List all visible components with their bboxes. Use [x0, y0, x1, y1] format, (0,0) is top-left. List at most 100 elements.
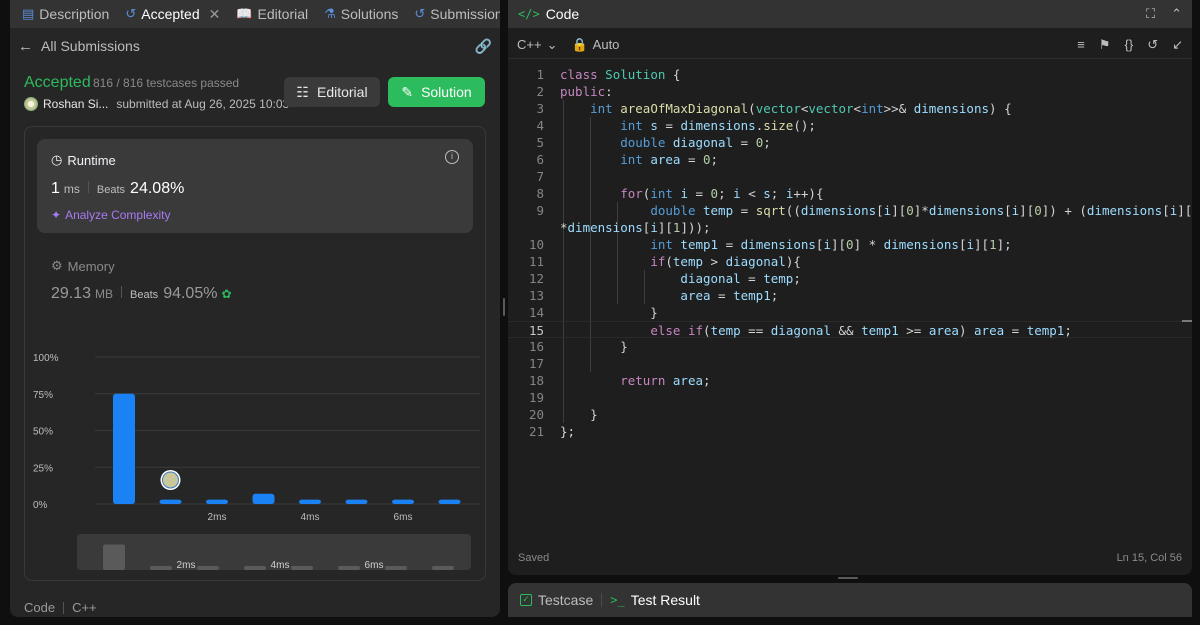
chart-bar — [392, 499, 414, 504]
info-icon[interactable]: i — [445, 150, 459, 164]
analyze-complexity-link[interactable]: ✦ Analyze Complexity — [51, 208, 170, 222]
user-name[interactable]: Roshan Si... — [43, 97, 108, 111]
code-panel: </> Code ⛶ ⌃ C++ ⌄ 🔒 Auto ≡ ⚑ {} ↺ ↙ 1 cl… — [508, 0, 1192, 575]
chart-bar — [206, 499, 228, 504]
y-tick-label: 100% — [33, 353, 59, 364]
chevron-up-icon[interactable]: ⌃ — [1171, 6, 1182, 22]
memory-beats: 94.05% — [163, 285, 218, 302]
code-language: C++ — [72, 600, 97, 615]
terminal-icon: >_ — [610, 593, 625, 607]
chart-bar — [438, 499, 461, 504]
editor-toolbar: C++ ⌄ 🔒 Auto ≡ ⚑ {} ↺ ↙ — [508, 31, 1192, 59]
chart-bar — [345, 499, 368, 504]
tab-description[interactable]: ▤ Description — [22, 6, 109, 22]
tab-accepted[interactable]: ↺ Accepted ✕ — [125, 6, 220, 23]
bookmark-icon[interactable]: ⚑ — [1099, 37, 1111, 53]
link-icon[interactable]: 🔗 — [475, 38, 492, 55]
reset-icon[interactable]: ↺ — [1147, 37, 1158, 53]
chart-bar — [113, 393, 135, 504]
tab-solutions[interactable]: ⚗ Solutions — [324, 6, 398, 22]
bottom-tab-bar: ✓ Testcase >_ Test Result — [508, 583, 1192, 617]
auto-mode[interactable]: 🔒 Auto — [571, 37, 619, 53]
y-tick-label: 25% — [33, 463, 53, 474]
panel-resize-handle[interactable] — [503, 298, 505, 316]
code-icon: </> — [518, 7, 540, 21]
runtime-beats: 24.08% — [130, 180, 185, 197]
chip-icon: ⚙ — [51, 258, 63, 273]
minimap-bar — [197, 566, 219, 570]
collapse-icon[interactable]: ↙ — [1172, 37, 1183, 53]
y-tick-label: 75% — [33, 390, 53, 401]
history-icon: ↺ — [125, 6, 137, 21]
runtime-unit: ms — [63, 182, 80, 196]
tab-submissions[interactable]: ↺ Submissions — [414, 6, 500, 22]
document-icon: ▤ — [22, 6, 35, 21]
tab-editorial[interactable]: 📖 Editorial — [236, 6, 308, 22]
runtime-value: 1 — [51, 180, 60, 197]
arrow-left-icon: ← — [18, 37, 33, 55]
tab-test-result[interactable]: >_ Test Result — [610, 592, 700, 608]
submission-meta: Roshan Si... submitted at Aug 26, 2025 1… — [24, 97, 289, 111]
close-tab-icon[interactable]: ✕ — [209, 6, 221, 23]
code-label: Code — [24, 600, 56, 615]
book-icon: 📖 — [236, 6, 253, 21]
save-status: Saved — [518, 552, 550, 564]
submission-panel: ▤ Description ↺ Accepted ✕ 📖 Editorial ⚗… — [10, 0, 500, 617]
beats-label: Beats — [130, 289, 159, 301]
runtime-distribution-chart[interactable]: 100% 75% 50% 25% 0% 2ms 4ms 6ms 2ms 4ms 6ms — [25, 342, 487, 582]
editorial-button[interactable]: ☷ Editorial — [284, 77, 380, 107]
cursor-position: Ln 15, Col 56 — [1116, 552, 1182, 564]
lock-icon: 🔒 — [571, 36, 588, 52]
left-tab-bar: ▤ Description ↺ Accepted ✕ 📖 Editorial ⚗… — [10, 0, 500, 28]
chart-bar — [252, 493, 275, 504]
x-tick-label: 6ms — [394, 512, 413, 523]
memory-value: 29.13 — [51, 285, 92, 302]
solution-button[interactable]: ✎ Solution — [388, 77, 485, 107]
status-label: Accepted — [24, 74, 91, 91]
history-icon: ↺ — [414, 6, 426, 21]
code-footer: Code C++ — [24, 600, 97, 615]
minimap-bar — [291, 566, 313, 570]
minimap-bar — [338, 566, 360, 570]
braces-icon[interactable]: {} — [1125, 37, 1134, 53]
beats-label: Beats — [96, 184, 126, 196]
stats-box: ◷ Runtime i 1 ms Beats 24.08% ✦ Analyze … — [24, 126, 486, 581]
memory-card[interactable]: ⚙ Memory — [51, 258, 115, 274]
memory-title: Memory — [67, 258, 115, 274]
avatar[interactable] — [24, 97, 38, 111]
chart-bar — [159, 499, 182, 504]
minimap-bar — [150, 566, 172, 570]
format-icon[interactable]: ≡ — [1077, 37, 1085, 53]
y-tick-label: 0% — [33, 500, 48, 511]
x-tick-label: 2ms — [208, 512, 227, 523]
clap-icon: ✿ — [221, 287, 232, 301]
tab-testcase[interactable]: ✓ Testcase — [520, 592, 593, 608]
runtime-card[interactable]: ◷ Runtime i 1 ms Beats 24.08% ✦ Analyze … — [37, 139, 473, 233]
language-select[interactable]: C++ ⌄ — [517, 37, 557, 53]
flask-icon: ⚗ — [324, 6, 336, 21]
y-tick-label: 50% — [33, 427, 53, 438]
all-submissions-link[interactable]: ← All Submissions 🔗 — [18, 36, 492, 56]
minimap-bar — [244, 566, 266, 570]
vertical-resize-handle[interactable] — [838, 577, 858, 579]
submitted-time: submitted at Aug 26, 2025 10:03 — [116, 97, 290, 111]
minimap-tick-label: 6ms — [365, 560, 384, 571]
scrollbar-marker[interactable] — [1182, 320, 1192, 322]
edit-icon: ✎ — [401, 83, 414, 100]
sparkle-icon: ✦ — [51, 208, 62, 222]
code-header: </> Code ⛶ ⌃ — [508, 0, 1192, 28]
runtime-title: Runtime — [67, 152, 116, 168]
minimap-bar — [385, 566, 407, 570]
testcases-passed: 816 / 816 testcases passed — [93, 76, 240, 90]
clock-icon: ◷ — [51, 152, 63, 167]
minimap-bar — [103, 544, 125, 570]
memory-unit: MB — [95, 287, 114, 301]
x-tick-label: 4ms — [301, 512, 320, 523]
minimap-tick-label: 2ms — [177, 560, 196, 571]
maximize-icon[interactable]: ⛶ — [1146, 6, 1155, 22]
code-title: Code — [545, 6, 580, 22]
checkbox-icon: ✓ — [520, 594, 532, 606]
minimap-tick-label: 4ms — [271, 560, 290, 571]
code-editor[interactable]: 1 class Solution { 2 public: 3 int areaOfM… — [508, 66, 1192, 446]
avatar — [162, 471, 179, 489]
